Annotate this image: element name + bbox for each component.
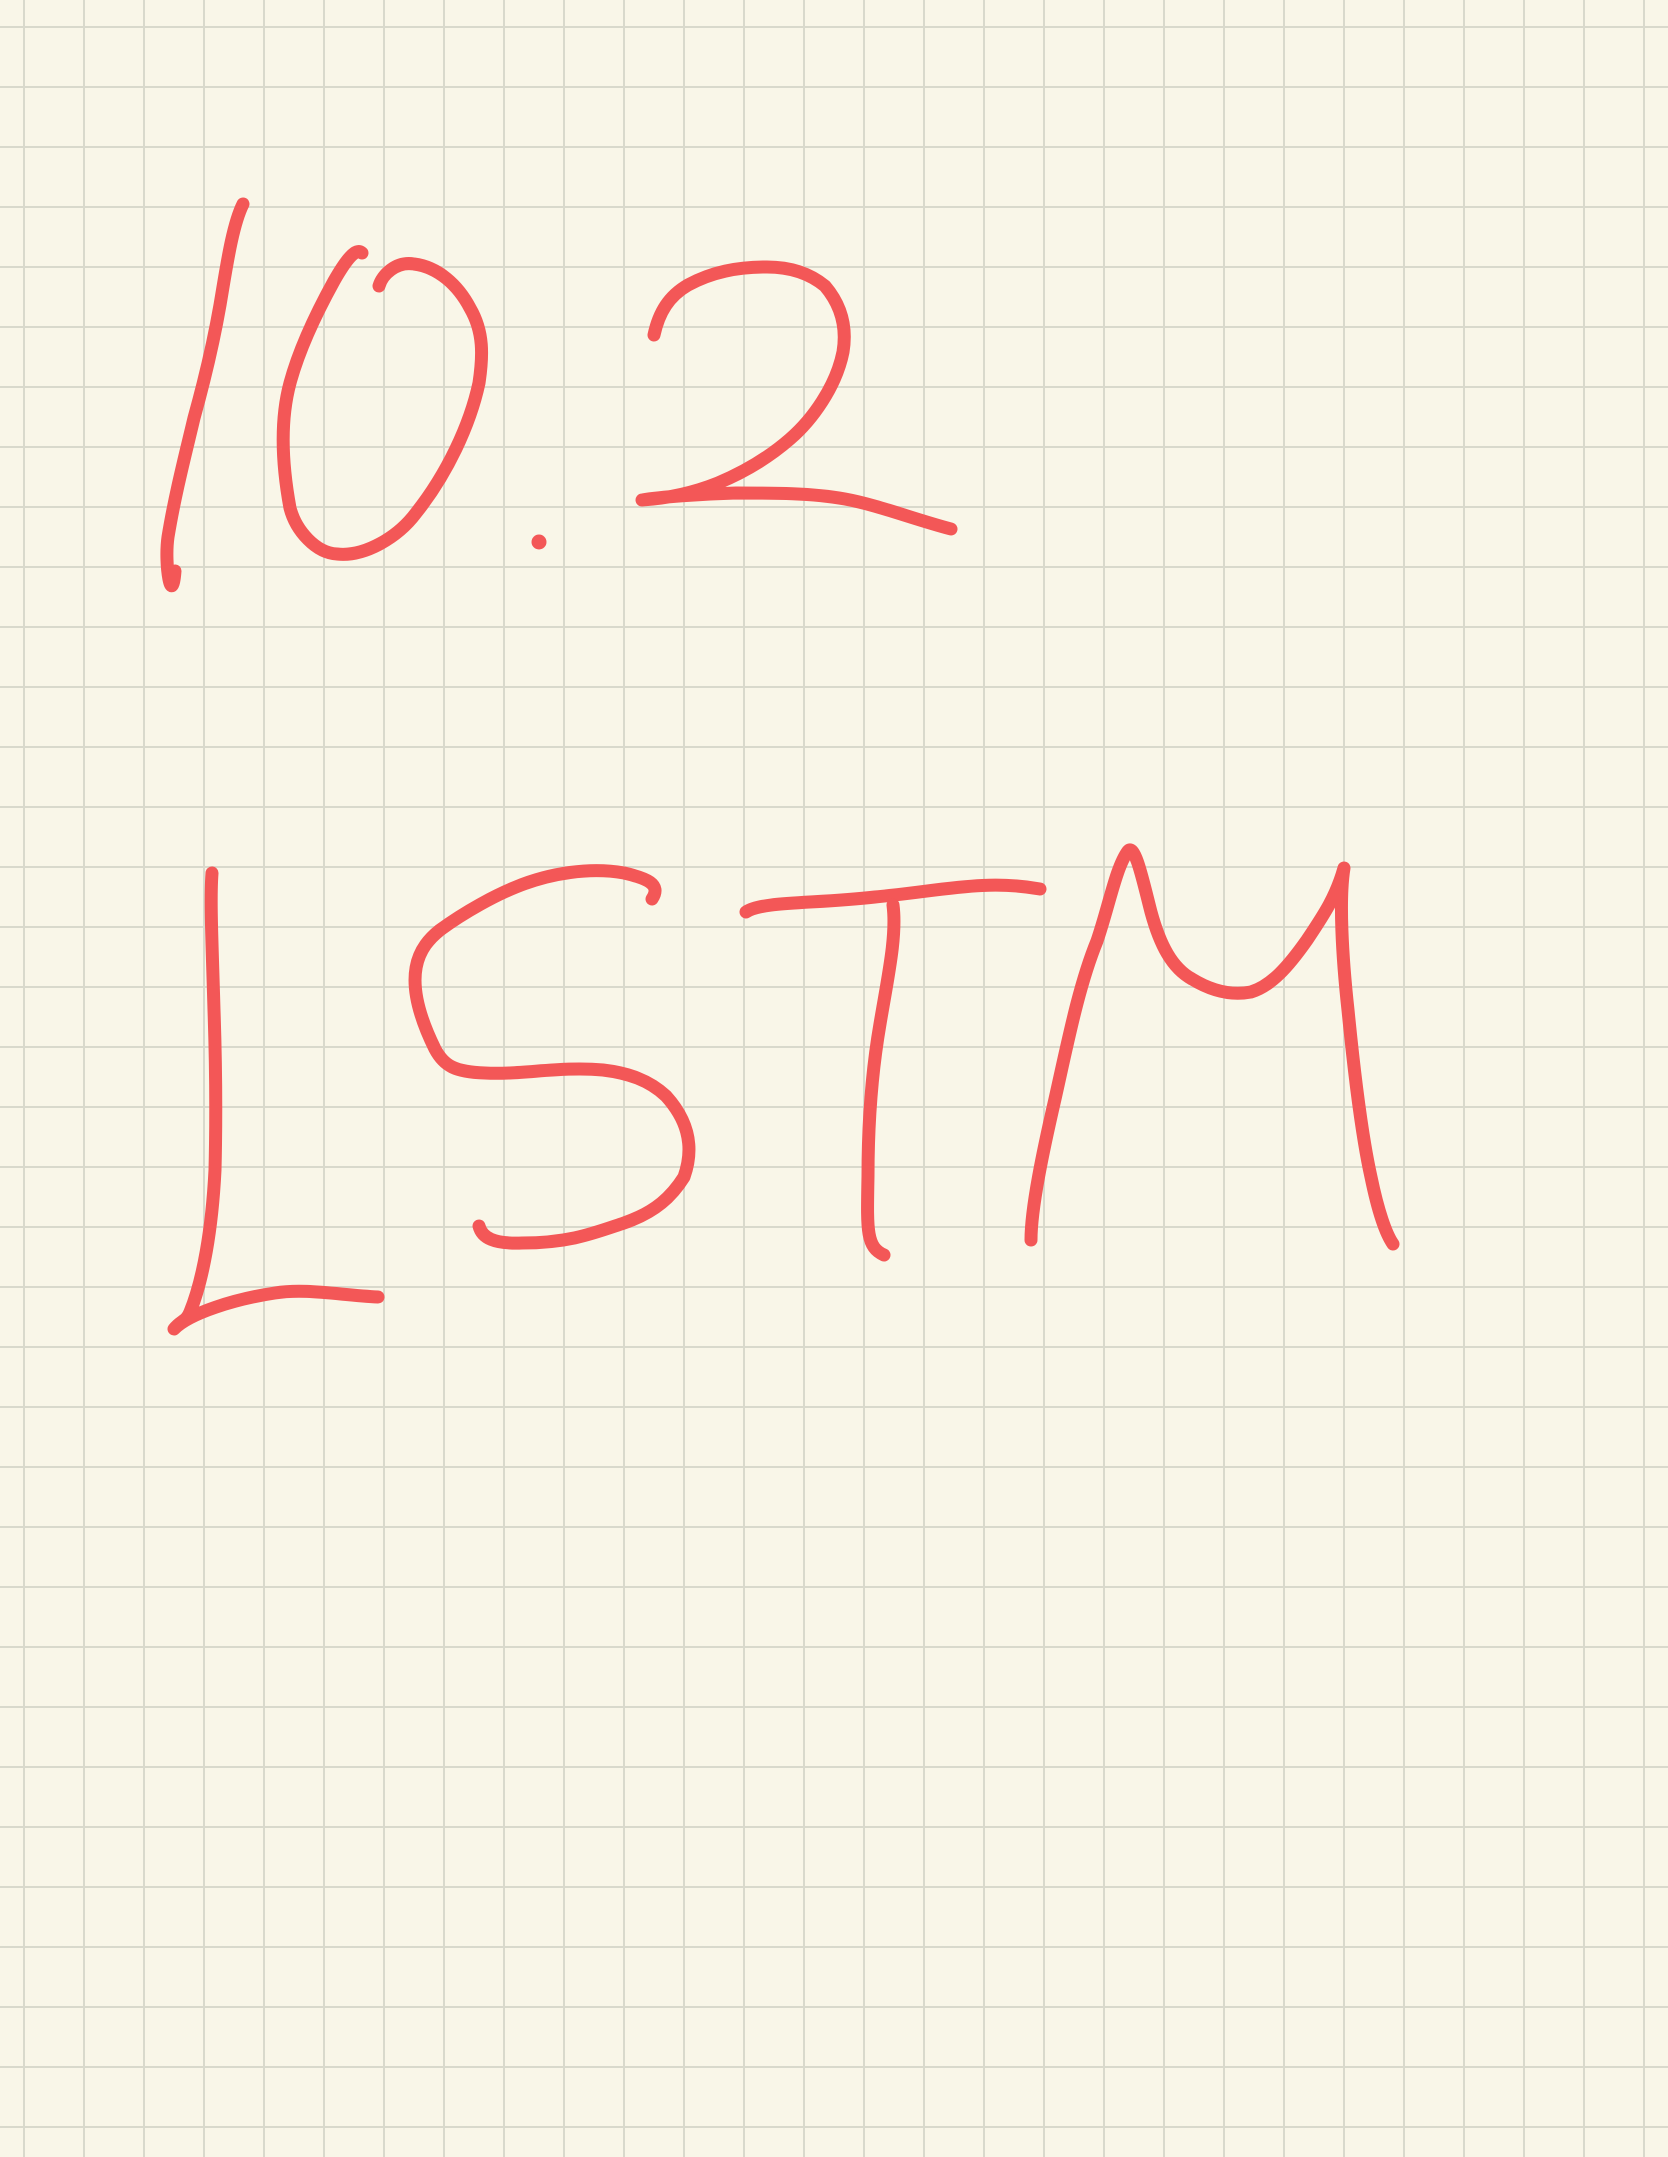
- handwritten-line-2: [167, 843, 1400, 1336]
- stroke-digit-1: [160, 197, 250, 593]
- stroke-letter-M: [1024, 843, 1400, 1251]
- handwriting-canvas: [160, 197, 1400, 1336]
- handwritten-line-1: [160, 197, 958, 593]
- stroke-letter-L: [167, 866, 385, 1336]
- stroke-digit-2: [635, 260, 958, 536]
- stroke-decimal-point: [531, 534, 547, 550]
- stroke-letter-S: [408, 864, 696, 1250]
- grid-paper-page: 10.2 LSTM: [0, 0, 1668, 2157]
- stroke-digit-0: [276, 245, 489, 561]
- stroke-letter-T-stem: [861, 898, 901, 1262]
